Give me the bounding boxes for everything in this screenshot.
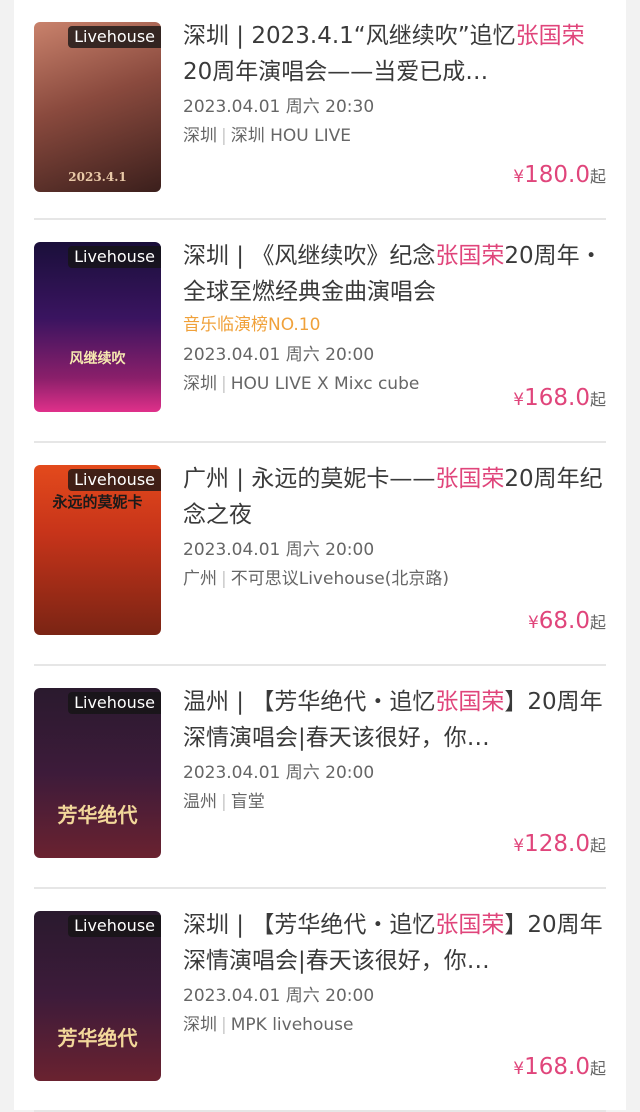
livehouse-tag: Livehouse	[68, 915, 161, 937]
event-list: 2023.4.1 Livehouse 深圳 | 2023.4.1“风继续吹”追忆…	[14, 0, 626, 1112]
event-venue: 广州 | 不可思议Livehouse(北京路)	[183, 569, 449, 589]
event-title[interactable]: 深圳 | 《风继续吹》纪念张国荣20周年・全球至燃经典金曲演唱会	[183, 238, 606, 310]
livehouse-tag: Livehouse	[68, 469, 161, 491]
event-venue: 温州 | 盲堂	[183, 792, 265, 812]
event-poster[interactable]: 风继续吹 Livehouse	[34, 242, 161, 412]
event-date: 2023.04.01 周六 20:30	[183, 97, 375, 117]
event-price: ¥68.0起	[527, 608, 606, 634]
poster-caption: 永远的莫妮卡	[52, 493, 143, 511]
event-venue: 深圳 | 深圳 HOU LIVE	[183, 126, 352, 146]
event-poster[interactable]: 永远的莫妮卡 Livehouse	[34, 465, 161, 635]
event-card[interactable]: 芳华绝代 Livehouse 温州 | 【芳华绝代・追忆张国荣】20周年深情演唱…	[34, 666, 606, 889]
event-poster[interactable]: 芳华绝代 Livehouse	[34, 911, 161, 1081]
event-card[interactable]: 芳华绝代 Livehouse 深圳 | 【芳华绝代・追忆张国荣】20周年深情演唱…	[34, 889, 606, 1112]
event-title[interactable]: 深圳 | 2023.4.1“风继续吹”追忆张国荣20周年演唱会——当爱已成…	[183, 18, 606, 90]
event-date: 2023.04.01 周六 20:00	[183, 345, 375, 365]
poster-caption: 芳华绝代	[57, 1026, 138, 1050]
event-title[interactable]: 广州 | 永远的莫妮卡——张国荣20周年纪念之夜	[183, 461, 606, 533]
rank-badge: 音乐临演榜NO.10	[183, 315, 321, 335]
event-venue: 深圳 | MPK livehouse	[183, 1015, 354, 1035]
event-title[interactable]: 深圳 | 【芳华绝代・追忆张国荣】20周年深情演唱会|春天该很好，你…	[183, 907, 606, 979]
event-card[interactable]: 永远的莫妮卡 Livehouse 广州 | 永远的莫妮卡——张国荣20周年纪念之…	[34, 443, 606, 666]
event-date: 2023.04.01 周六 20:00	[183, 986, 375, 1006]
livehouse-tag: Livehouse	[68, 26, 161, 48]
event-poster[interactable]: 芳华绝代 Livehouse	[34, 688, 161, 858]
livehouse-tag: Livehouse	[68, 246, 161, 268]
event-price: ¥168.0起	[513, 1054, 606, 1080]
poster-caption: 2023.4.1	[68, 170, 127, 184]
event-title[interactable]: 温州 | 【芳华绝代・追忆张国荣】20周年深情演唱会|春天该很好，你…	[183, 684, 606, 756]
event-price: ¥180.0起	[513, 162, 606, 188]
event-date: 2023.04.01 周六 20:00	[183, 540, 375, 560]
event-date: 2023.04.01 周六 20:00	[183, 763, 375, 783]
event-card[interactable]: 2023.4.1 Livehouse 深圳 | 2023.4.1“风继续吹”追忆…	[34, 0, 606, 220]
event-poster[interactable]: 2023.4.1 Livehouse	[34, 22, 161, 192]
poster-caption: 芳华绝代	[57, 803, 138, 827]
event-card[interactable]: 风继续吹 Livehouse 深圳 | 《风继续吹》纪念张国荣20周年・全球至燃…	[34, 220, 606, 443]
poster-caption: 风继续吹	[69, 351, 126, 367]
event-price: ¥128.0起	[513, 831, 606, 857]
livehouse-tag: Livehouse	[68, 692, 161, 714]
event-price: ¥168.0起	[513, 385, 606, 411]
